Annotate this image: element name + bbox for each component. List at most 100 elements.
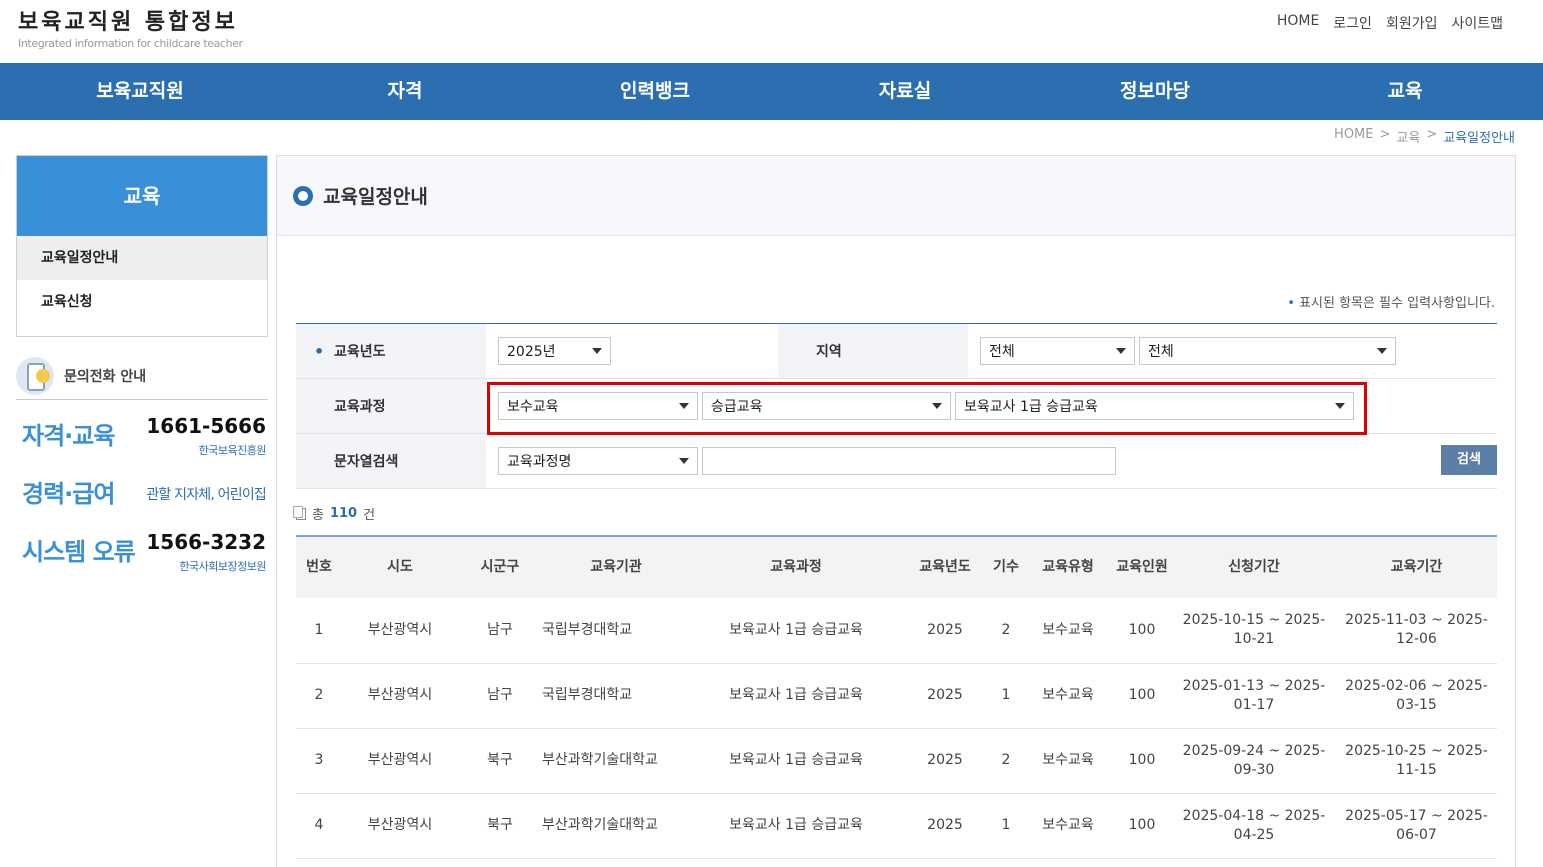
sitemap-link[interactable]: 사이트맵 [1451, 13, 1503, 33]
breadcrumb-section[interactable]: 교육 [1396, 127, 1420, 146]
title-bullet-icon [293, 185, 313, 206]
side-nav-item-apply[interactable]: 교육신청 [17, 280, 267, 324]
region-sido-value: 전체 [989, 344, 1015, 360]
cell-apply-period: 2025-09-24 ~ 2025-09-30 [1172, 728, 1336, 794]
cell-course[interactable]: 보육교사 1급 승급교육 [690, 793, 902, 859]
gnb-item-qualification[interactable]: 자격 [280, 63, 530, 120]
cell-type: 보수교육 [1024, 598, 1112, 664]
cell-course[interactable]: 보육교사 1급 승급교육 [690, 728, 902, 794]
gnb-item-talent-bank[interactable]: 인력뱅크 [530, 63, 780, 120]
search-button[interactable]: 검색 [1441, 445, 1497, 475]
side-nav-item-schedule[interactable]: 교육일정안내 [17, 236, 267, 280]
cell-course[interactable]: 보육교사 1급 승급교육 [690, 598, 902, 664]
top-links: HOME 로그인 회원가입 사이트맵 [1277, 13, 1503, 33]
keyword-label: 문자열검색 [296, 434, 486, 488]
col-header: 교육유형 [1024, 536, 1112, 598]
col-header: 시군구 [458, 536, 542, 598]
gnb-item-education[interactable]: 교육 [1280, 63, 1530, 120]
cell-edu-period: 2025-10-25 ~ 2025-11-15 [1336, 728, 1497, 794]
keyword-type-select[interactable]: 교육과정명 [498, 447, 698, 475]
cell-type: 보수교육 [1024, 663, 1112, 729]
cell-institution: 부산과학기술대학교 [542, 793, 690, 859]
region-sido-select[interactable]: 전체 [980, 337, 1135, 365]
site-logo[interactable]: 보육교직원 통합정보 Integrated information for ch… [18, 10, 243, 50]
keyword-input[interactable] [702, 447, 1116, 475]
total-suffix: 건 [363, 508, 376, 523]
cell-no: 4 [296, 793, 342, 859]
main-content: 교육일정안내 • 표시된 항목은 필수 입력사항입니다. • 교육년도 2025… [276, 155, 1516, 867]
cell-type: 보수교육 [1024, 793, 1112, 859]
course-label: 교육과정 [296, 379, 486, 433]
course-cell: 보수교육 승급교육 보육교사 1급 승급교육 [486, 379, 1354, 433]
col-header: 교육기간 [1336, 536, 1497, 598]
course-name-value: 보육교사 1급 승급교육 [964, 399, 1098, 415]
global-nav: 보육교직원 자격 인력뱅크 자료실 정보마당 교육 [0, 63, 1543, 120]
breadcrumb-current: 교육일정안내 [1443, 131, 1515, 146]
cell-sido: 부산광역시 [342, 793, 458, 859]
table-header-row: 번호 시도 시군구 교육기관 교육과정 교육년도 기수 교육유형 교육인원 신청… [296, 536, 1497, 598]
contact-org: 한국보육진흥원 [198, 444, 267, 457]
cell-edu-period: 2025-05-17 ~ 2025-06-07 [1336, 793, 1497, 859]
table-row[interactable]: 1 부산광역시 남구 국립부경대학교 보육교사 1급 승급교육 2025 2 보… [296, 598, 1497, 664]
contact-number: 1661-5666 [146, 414, 266, 438]
gnb-item-library[interactable]: 자료실 [780, 63, 1030, 120]
chevron-down-icon [1116, 348, 1126, 354]
course-name-select[interactable]: 보육교사 1급 승급교육 [955, 392, 1354, 420]
contact-category: 자격·교육 [22, 422, 115, 450]
contact-info: 문의전화 안내 자격·교육 1661-5666 한국보육진흥원 경력·급여 관할… [16, 356, 268, 574]
content-title-bar: 교육일정안내 [277, 156, 1515, 236]
course-category-value: 승급교육 [711, 399, 763, 415]
cell-type: 보수교육 [1024, 728, 1112, 794]
gnb-item-info[interactable]: 정보마당 [1030, 63, 1280, 120]
search-row-keyword: 문자열검색 교육과정명 [296, 434, 1497, 489]
cell-year: 2025 [902, 663, 988, 729]
region-sigungu-value: 전체 [1148, 344, 1174, 360]
cell-apply-period: 2025-01-13 ~ 2025-01-17 [1172, 663, 1336, 729]
year-label: • 교육년도 [296, 324, 486, 378]
course-type-select[interactable]: 보수교육 [498, 392, 698, 420]
cell-course[interactable]: 보육교사 1급 승급교육 [690, 663, 902, 729]
course-category-select[interactable]: 승급교육 [702, 392, 951, 420]
contact-category: 시스템 오류 [22, 538, 136, 566]
col-header: 교육기관 [542, 536, 690, 598]
contact-row: 시스템 오류 1566-3232 한국사회보장정보원 [16, 516, 268, 574]
phone-icon [16, 356, 54, 395]
contact-category: 경력·급여 [22, 480, 115, 508]
chevron-down-icon [1377, 348, 1387, 354]
cell-edu-period: 2025-02-06 ~ 2025-03-15 [1336, 663, 1497, 729]
search-form: • 교육년도 2025년 지역 전체 전체 교육과정 보수교육 승급교육 보육교… [296, 323, 1497, 489]
course-label-text: 교육과정 [334, 399, 386, 415]
table-row[interactable]: 4 부산광역시 북구 부산과학기술대학교 보육교사 1급 승급교육 2025 1… [296, 793, 1497, 859]
col-header: 시도 [342, 536, 458, 598]
year-label-text: 교육년도 [334, 344, 386, 360]
cell-apply-period: 2025-10-15 ~ 2025-10-21 [1172, 598, 1336, 664]
home-link[interactable]: HOME [1277, 13, 1319, 33]
cell-no: 1 [296, 598, 342, 664]
required-note-text: 표시된 항목은 필수 입력사항입니다. [1299, 296, 1495, 311]
total-count: 총 110 건 [293, 504, 376, 523]
year-select[interactable]: 2025년 [498, 337, 611, 365]
contact-org: 한국사회보장정보원 [179, 560, 266, 573]
region-sigungu-select[interactable]: 전체 [1139, 337, 1396, 365]
cell-year: 2025 [902, 598, 988, 664]
col-header: 교육인원 [1112, 536, 1172, 598]
chevron-down-icon [679, 403, 689, 409]
required-dot: • [314, 341, 325, 361]
required-dot: • [1287, 296, 1295, 311]
cell-round: 2 [988, 728, 1024, 794]
cell-year: 2025 [902, 793, 988, 859]
login-link[interactable]: 로그인 [1333, 13, 1372, 33]
cell-institution: 국립부경대학교 [542, 598, 690, 664]
cell-capacity: 100 [1112, 728, 1172, 794]
signup-link[interactable]: 회원가입 [1386, 13, 1438, 33]
table-row[interactable]: 3 부산광역시 북구 부산과학기술대학교 보육교사 1급 승급교육 2025 2… [296, 728, 1497, 794]
page-title: 교육일정안내 [323, 186, 428, 208]
cell-sigungu: 남구 [458, 663, 542, 729]
keyword-type-value: 교육과정명 [507, 454, 572, 470]
breadcrumb: HOME > 교육 > 교육일정안내 [1334, 127, 1515, 146]
gnb-item-staff[interactable]: 보육교직원 [0, 63, 280, 120]
side-nav: 교육 교육일정안내 교육신청 [16, 155, 268, 337]
table-row[interactable]: 2 부산광역시 남구 국립부경대학교 보육교사 1급 승급교육 2025 1 보… [296, 663, 1497, 729]
cell-no: 3 [296, 728, 342, 794]
breadcrumb-home[interactable]: HOME [1334, 127, 1373, 146]
